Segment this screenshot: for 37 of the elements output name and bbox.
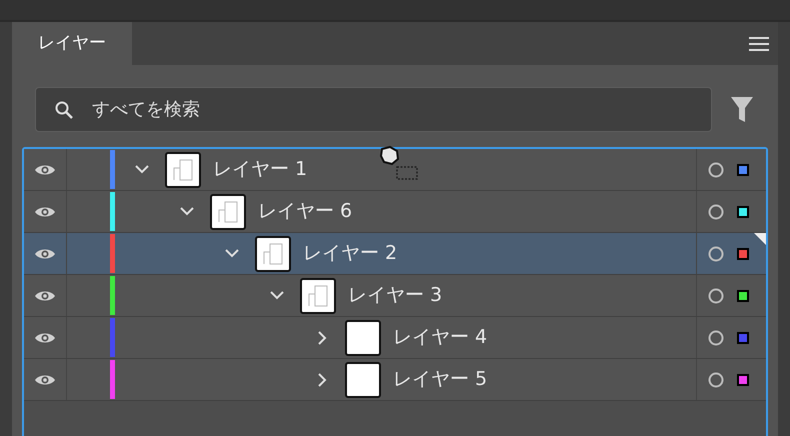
selection-square-icon bbox=[737, 374, 749, 386]
layer-row[interactable]: レイヤー 3 bbox=[24, 275, 766, 317]
search-field[interactable]: すべてを検索 bbox=[35, 87, 712, 132]
thumbnail-icon bbox=[345, 320, 381, 356]
layer-row[interactable]: レイヤー 6 bbox=[24, 191, 766, 233]
filter-icon[interactable] bbox=[730, 96, 754, 124]
layer-row[interactable]: レイヤー 5 bbox=[24, 359, 766, 401]
selection-square-icon bbox=[737, 332, 749, 344]
layer-row[interactable]: レイヤー 1 bbox=[24, 149, 766, 191]
thumbnail-icon bbox=[210, 194, 246, 230]
selection-square-icon bbox=[737, 290, 749, 302]
layer-name: レイヤー 6 bbox=[258, 199, 352, 224]
layer-name: レイヤー 5 bbox=[393, 367, 488, 392]
thumbnail-icon bbox=[300, 278, 336, 314]
layer-name: レイヤー 3 bbox=[348, 283, 442, 308]
selection-square-icon bbox=[737, 164, 749, 176]
search-icon bbox=[55, 101, 73, 119]
target-circle-icon[interactable] bbox=[708, 204, 724, 220]
panel-tab[interactable]: レイヤー bbox=[12, 22, 132, 65]
thumbnail-icon bbox=[345, 362, 381, 398]
target-circle-icon[interactable] bbox=[708, 162, 724, 178]
layer-row[interactable]: レイヤー 4 bbox=[24, 317, 766, 359]
selected-corner-icon bbox=[754, 233, 766, 245]
menu-icon[interactable] bbox=[748, 36, 770, 52]
drag-cursor-icon bbox=[378, 145, 418, 181]
target-circle-icon[interactable] bbox=[708, 288, 724, 304]
thumbnail-icon bbox=[165, 152, 201, 188]
target-circle-icon[interactable] bbox=[708, 246, 724, 262]
target-circle-icon[interactable] bbox=[708, 330, 724, 346]
selection-square-icon bbox=[737, 248, 749, 260]
target-circle-icon[interactable] bbox=[708, 372, 724, 388]
thumbnail-icon bbox=[255, 236, 291, 272]
layer-name: レイヤー 4 bbox=[393, 325, 488, 350]
layer-name: レイヤー 1 bbox=[213, 157, 308, 182]
layer-row[interactable]: レイヤー 2 bbox=[24, 233, 766, 275]
layer-name: レイヤー 2 bbox=[303, 241, 398, 266]
selection-square-icon bbox=[737, 206, 749, 218]
